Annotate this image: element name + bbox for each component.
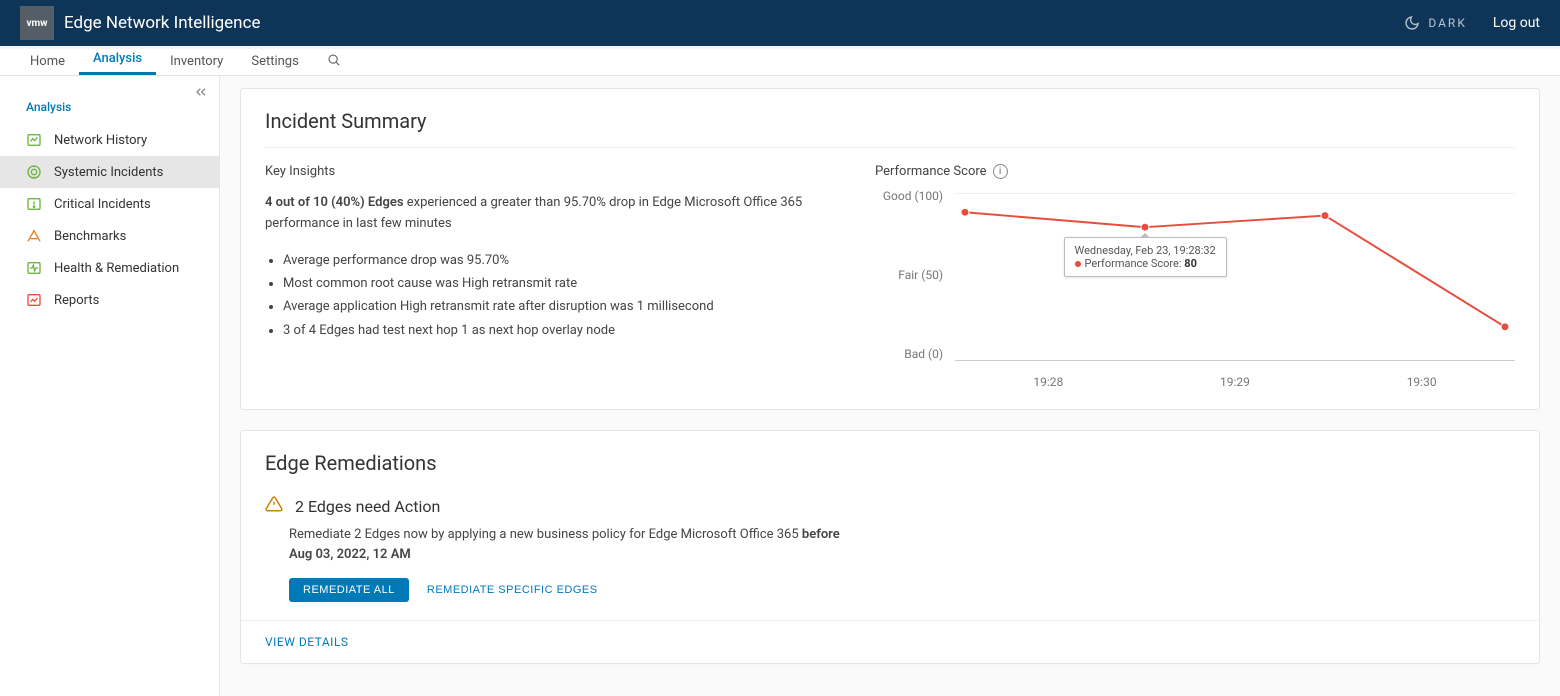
sidebar-icon	[26, 228, 42, 244]
performance-score-chart: Good (100) Fair (50) Bad (0) Wednesday, Fe…	[875, 189, 1515, 389]
main-navbar: HomeAnalysisInventorySettings	[0, 46, 1560, 76]
tab-home[interactable]: Home	[16, 54, 79, 75]
view-details-link[interactable]: VIEW DETAILS	[241, 620, 1539, 663]
sidebar-item-reports[interactable]: Reports	[0, 284, 219, 316]
sidebar-item-label: Health & Remediation	[54, 261, 179, 276]
x-tick-label: 19:29	[1220, 375, 1250, 389]
collapse-sidebar-icon[interactable]	[193, 84, 209, 104]
analysis-sidebar: Analysis Network History Systemic Inciden…	[0, 76, 220, 696]
sidebar-item-benchmarks[interactable]: Benchmarks	[0, 220, 219, 252]
performance-score-panel: Performance Score i Good (100) Fair (50) B…	[875, 164, 1515, 389]
search-icon[interactable]	[313, 53, 355, 75]
insights-lead-text: 4 out of 10 (40%) Edges experienced a gr…	[265, 193, 835, 235]
remediation-text-date: Aug 03, 2022, 12 AM	[289, 547, 411, 562]
sidebar-icon	[26, 132, 42, 148]
sidebar-item-network-history[interactable]: Network History	[0, 124, 219, 156]
remediation-text: Remediate 2 Edges now by applying a new …	[265, 525, 1515, 564]
sidebar-item-health-remediation[interactable]: Health & Remediation	[0, 252, 219, 284]
remediation-text-a: Remediate 2 Edges now by applying a new …	[289, 527, 802, 542]
chart-tooltip: Wednesday, Feb 23, 19:28:32 Performance …	[1064, 237, 1227, 277]
remediation-text-before: before	[802, 527, 840, 542]
tooltip-value: 80	[1184, 257, 1197, 270]
remediate-specific-button[interactable]: REMEDIATE SPECIFIC EDGES	[427, 584, 598, 596]
edge-remediations-card: Edge Remediations 2 Edges need Action Re…	[240, 430, 1540, 664]
app-header: vmw Edge Network Intelligence DARK Log o…	[0, 0, 1560, 46]
sidebar-item-label: Systemic Incidents	[54, 165, 163, 180]
insight-bullet: Most common root cause was High retransm…	[283, 272, 835, 295]
main-content: Incident Summary Key Insights 4 out of 1…	[220, 76, 1560, 696]
x-tick-label: 19:28	[1033, 375, 1063, 389]
moon-icon	[1404, 15, 1420, 31]
tooltip-metric-label: Performance Score:	[1085, 257, 1185, 270]
tab-analysis[interactable]: Analysis	[79, 51, 156, 75]
x-tick-label: 19:30	[1407, 375, 1437, 389]
incident-summary-card: Incident Summary Key Insights 4 out of 1…	[240, 88, 1540, 410]
y-tick-label: Bad (0)	[875, 347, 943, 361]
remediation-action-title: 2 Edges need Action	[295, 497, 440, 516]
dark-label: DARK	[1428, 16, 1467, 30]
sidebar-item-label: Network History	[54, 133, 147, 148]
remediate-all-button[interactable]: REMEDIATE ALL	[289, 578, 409, 602]
tooltip-date: Wednesday, Feb 23, 19:28:32	[1075, 244, 1216, 257]
y-tick-label: Good (100)	[875, 189, 943, 203]
sidebar-icon	[26, 196, 42, 212]
sidebar-section-title: Analysis	[0, 82, 219, 124]
sidebar-item-label: Benchmarks	[54, 229, 126, 244]
insight-bullet: Average performance drop was 95.70%	[283, 249, 835, 272]
app-title: Edge Network Intelligence	[64, 13, 1404, 33]
tab-inventory[interactable]: Inventory	[156, 54, 237, 75]
insights-lead-bold: 4 out of 10 (40%) Edges	[265, 195, 404, 210]
logout-link[interactable]: Log out	[1493, 15, 1540, 31]
edge-remediations-title: Edge Remediations	[265, 451, 1515, 489]
insight-bullet: 3 of 4 Edges had test next hop 1 as next…	[283, 319, 835, 342]
insights-bullet-list: Average performance drop was 95.70%Most …	[265, 249, 835, 343]
incident-summary-title: Incident Summary	[265, 109, 1515, 147]
key-insights-label: Key Insights	[265, 164, 835, 179]
y-tick-label: Fair (50)	[875, 268, 943, 282]
info-icon[interactable]: i	[993, 164, 1008, 179]
sidebar-icon	[26, 292, 42, 308]
performance-score-label: Performance Score	[875, 164, 987, 179]
key-insights-panel: Key Insights 4 out of 10 (40%) Edges exp…	[265, 164, 835, 389]
sidebar-item-critical-incidents[interactable]: Critical Incidents	[0, 188, 219, 220]
insight-bullet: Average application High retransmit rate…	[283, 295, 835, 318]
tab-settings[interactable]: Settings	[237, 54, 312, 75]
dark-mode-toggle[interactable]: DARK	[1404, 15, 1467, 31]
warning-icon	[265, 495, 283, 517]
vmware-logo: vmw	[20, 6, 54, 40]
sidebar-icon	[26, 260, 42, 276]
sidebar-item-systemic-incidents[interactable]: Systemic Incidents	[0, 156, 219, 188]
sidebar-icon	[26, 164, 42, 180]
sidebar-item-label: Reports	[54, 293, 99, 308]
sidebar-item-label: Critical Incidents	[54, 197, 151, 212]
